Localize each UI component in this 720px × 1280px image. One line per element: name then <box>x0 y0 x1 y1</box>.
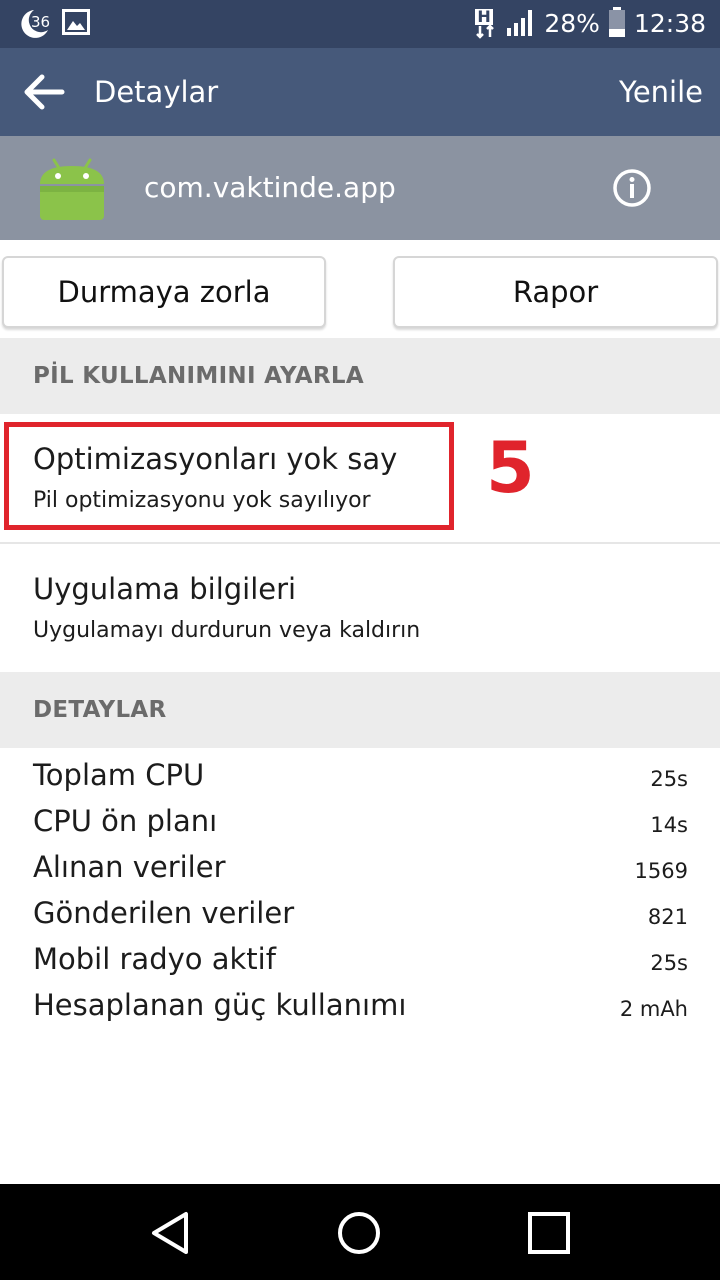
battery-icon <box>608 7 626 41</box>
item-title: Uygulama bilgileri <box>33 572 297 606</box>
page-title: Detaylar <box>94 75 219 109</box>
status-bar: 36 H 28% 12:38 <box>0 0 720 48</box>
detail-value: 14s <box>650 813 688 837</box>
detail-row-data-sent: Gönderilen veriler 821 <box>0 890 720 936</box>
section-label: DETAYLAR <box>33 697 167 723</box>
force-stop-button[interactable]: Durmaya zorla <box>2 256 326 328</box>
detail-row-cpu-foreground: CPU ön planı 14s <box>0 798 720 844</box>
detail-label: Mobil radyo aktif <box>33 942 276 976</box>
refresh-button[interactable]: Yenile <box>619 48 703 136</box>
notification-badge: 36 <box>30 13 52 31</box>
section-label: PİL KULLANIMINI AYARLA <box>33 363 364 389</box>
package-name: com.vaktinde.app <box>144 171 396 204</box>
detail-row-mobile-radio: Mobil radyo aktif 25s <box>0 936 720 982</box>
square-recents-icon[interactable] <box>526 1210 572 1256</box>
detail-label: CPU ön planı <box>33 804 218 838</box>
detail-value: 821 <box>647 905 688 929</box>
battery-section-header: PİL KULLANIMINI AYARLA <box>0 338 720 414</box>
report-button[interactable]: Rapor <box>393 256 718 328</box>
detail-label: Alınan veriler <box>33 850 226 884</box>
arrow-left-icon[interactable] <box>22 72 66 112</box>
image-notification-icon <box>62 9 90 39</box>
app-bar: Detaylar Yenile <box>0 48 720 136</box>
moon-notification-icon: 36 <box>18 8 52 40</box>
detail-row-power-usage: Hesaplanan güç kullanımı 2 mAh <box>0 982 720 1028</box>
detail-row-total-cpu: Toplam CPU 25s <box>0 752 720 798</box>
navigation-bar <box>0 1184 720 1280</box>
detail-label: Hesaplanan güç kullanımı <box>33 988 407 1022</box>
annotation-highlight-box <box>4 422 454 530</box>
detail-value: 25s <box>650 767 688 791</box>
circle-home-icon[interactable] <box>336 1210 382 1256</box>
detail-row-data-received: Alınan veriler 1569 <box>0 844 720 890</box>
detail-label: Toplam CPU <box>33 758 205 792</box>
app-info-item[interactable]: Uygulama bilgileri Uygulamayı durdurun v… <box>0 544 720 672</box>
detail-value: 2 mAh <box>619 997 688 1021</box>
battery-percent: 28% <box>544 9 600 38</box>
android-icon <box>38 154 106 222</box>
detail-label: Gönderilen veriler <box>33 896 295 930</box>
signal-icon <box>506 8 536 40</box>
network-type-icon: H <box>472 9 498 39</box>
clock: 12:38 <box>633 9 706 38</box>
details-section-header: DETAYLAR <box>0 672 720 748</box>
triangle-back-icon[interactable] <box>148 1210 194 1256</box>
info-icon[interactable] <box>612 168 652 208</box>
annotation-step-number: 5 <box>486 427 535 509</box>
detail-value: 25s <box>650 951 688 975</box>
detail-value: 1569 <box>634 859 688 883</box>
item-subtitle: Uygulamayı durdurun veya kaldırın <box>33 618 421 643</box>
